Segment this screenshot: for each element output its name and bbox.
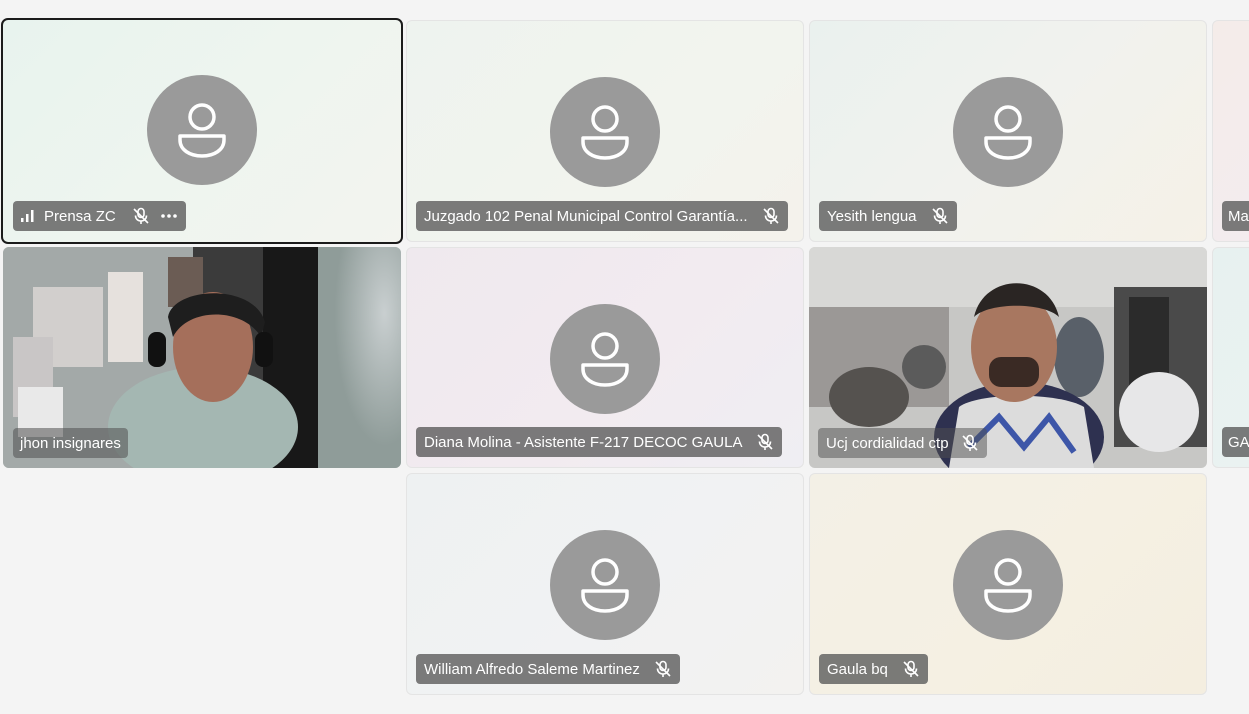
mic-off-icon bbox=[961, 434, 979, 452]
mic-off-icon bbox=[132, 207, 150, 225]
participant-name: Ucj cordialidad ctp bbox=[826, 434, 949, 452]
participant-avatar bbox=[147, 75, 257, 185]
participant-nameplate: Yesith lengua bbox=[819, 201, 957, 231]
participant-name: GA bbox=[1228, 433, 1249, 451]
participant-nameplate: William Alfredo Saleme Martinez bbox=[416, 654, 680, 684]
participant-avatar bbox=[550, 77, 660, 187]
mic-off-icon bbox=[756, 433, 774, 451]
participant-tile-diana-molina[interactable]: Diana Molina - Asistente F-217 DECOC GAU… bbox=[406, 247, 804, 468]
mic-off-icon bbox=[654, 660, 672, 678]
participant-avatar bbox=[550, 304, 660, 414]
participant-tile-prensa-zc[interactable]: Prensa ZC bbox=[1, 18, 403, 244]
participant-tile-jhon-insignares[interactable]: jhon insignares bbox=[3, 247, 401, 468]
participant-name: Yesith lengua bbox=[827, 207, 917, 225]
person-icon bbox=[984, 105, 1032, 160]
person-icon bbox=[581, 332, 629, 387]
participant-name: Prensa ZC bbox=[44, 207, 116, 225]
participant-nameplate: Ma bbox=[1222, 201, 1249, 231]
participant-name: jhon insignares bbox=[20, 434, 121, 452]
participant-tile-partial-ga[interactable]: GA bbox=[1212, 247, 1249, 468]
more-options-icon[interactable] bbox=[160, 213, 178, 219]
participant-nameplate: GA bbox=[1222, 427, 1249, 457]
person-icon bbox=[178, 103, 226, 158]
person-icon bbox=[581, 105, 629, 160]
participant-avatar bbox=[953, 77, 1063, 187]
person-icon bbox=[984, 558, 1032, 613]
meeting-gallery: Prensa ZC Juzgado 102 Penal Municipal Co… bbox=[0, 0, 1249, 714]
participant-name: Gaula bq bbox=[827, 660, 888, 678]
participant-avatar bbox=[550, 530, 660, 640]
participant-tile-yesith-lengua[interactable]: Yesith lengua bbox=[809, 20, 1207, 242]
participant-nameplate: Gaula bq bbox=[819, 654, 928, 684]
person-icon bbox=[581, 558, 629, 613]
participant-name: Juzgado 102 Penal Municipal Control Gara… bbox=[424, 207, 748, 225]
participant-nameplate: jhon insignares bbox=[13, 428, 128, 458]
participant-tile-gaula-bq[interactable]: Gaula bq bbox=[809, 473, 1207, 695]
participant-tile-partial-ma[interactable]: Ma bbox=[1212, 20, 1249, 242]
participant-nameplate: Juzgado 102 Penal Municipal Control Gara… bbox=[416, 201, 788, 231]
participant-name: William Alfredo Saleme Martinez bbox=[424, 660, 640, 678]
mic-off-icon bbox=[762, 207, 780, 225]
participant-tile-ucj-cordialidad-ctp[interactable]: Ucj cordialidad ctp bbox=[809, 247, 1207, 468]
participant-nameplate: Prensa ZC bbox=[13, 201, 186, 231]
participant-avatar bbox=[953, 530, 1063, 640]
participant-tile-william-saleme[interactable]: William Alfredo Saleme Martinez bbox=[406, 473, 804, 695]
participant-nameplate: Diana Molina - Asistente F-217 DECOC GAU… bbox=[416, 427, 783, 457]
participant-nameplate: Ucj cordialidad ctp bbox=[818, 428, 987, 458]
participant-tile-juzgado[interactable]: Juzgado 102 Penal Municipal Control Gara… bbox=[406, 20, 804, 242]
signal-bars-icon bbox=[21, 210, 34, 222]
mic-off-icon bbox=[902, 660, 920, 678]
participant-name: Ma bbox=[1228, 207, 1249, 225]
mic-off-icon bbox=[931, 207, 949, 225]
participant-name: Diana Molina - Asistente F-217 DECOC GAU… bbox=[424, 433, 743, 451]
